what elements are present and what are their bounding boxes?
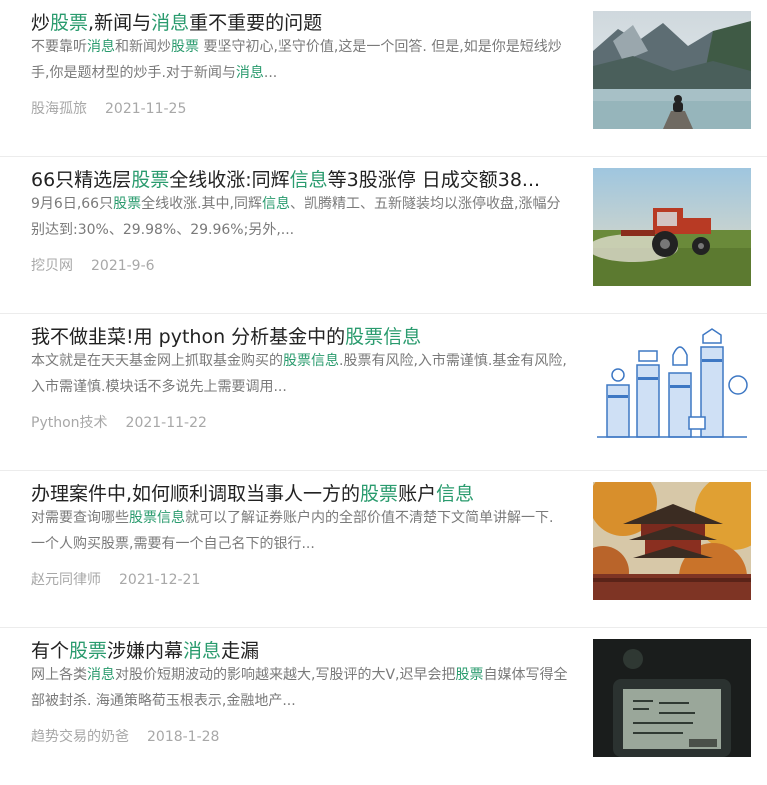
text-run: 重不重要的问题: [189, 12, 323, 34]
keyword-highlight: 消息: [87, 39, 115, 55]
tractor-field-photo[interactable]: [593, 168, 751, 286]
keyword-highlight: 信息: [436, 483, 475, 505]
text-run: 不要靠听: [31, 39, 87, 55]
list-item-2[interactable]: 66只精选层股票全线收涨:同辉信息等3股涨停 日成交额38... 9月6日,66…: [0, 157, 767, 314]
text-run: 全线收涨:同辉: [169, 169, 290, 191]
item-title[interactable]: 炒股票,新闻与消息重不重要的问题: [31, 9, 571, 37]
keyword-highlight: 股票: [283, 353, 311, 369]
item-source[interactable]: 趋势交易的奶爸: [31, 729, 129, 745]
text-run: ,新闻与: [88, 12, 152, 34]
text-run: 9月6日,66只: [31, 196, 114, 212]
item-meta: 趋势交易的奶爸 2018-1-28: [31, 726, 219, 748]
item-title[interactable]: 有个股票涉嫌内幕消息走漏: [31, 637, 571, 665]
keyword-highlight: 股票: [69, 640, 108, 662]
text-run: 有个: [31, 640, 70, 662]
item-meta: 挖贝网 2021-9-6: [31, 255, 155, 277]
text-run: 66只精选层: [31, 169, 132, 191]
keyword-highlight: 信息: [383, 326, 422, 348]
item-source[interactable]: Python技术: [31, 415, 108, 431]
text-run: 办理案件中,如何顺利调取当事人一方的: [31, 483, 361, 505]
list-item-3[interactable]: 我不做韭菜!用 python 分析基金中的股票信息 本文就是在天天基金网上抓取基…: [0, 314, 767, 471]
keyword-highlight: 消息: [235, 65, 264, 81]
text-run: 我不做韭菜!用 python 分析基金中的: [31, 326, 346, 348]
list-item-4[interactable]: 办理案件中,如何顺利调取当事人一方的股票账户信息 对需要查询哪些股票信息就可以了…: [0, 471, 767, 628]
mountain-lake-photo[interactable]: [593, 11, 751, 129]
text-run: 对需要查询哪些: [31, 510, 129, 526]
keyword-highlight: 股票: [113, 196, 142, 212]
text-run: 本文就是在天天基金网上抓取基金购买的: [31, 353, 283, 369]
item-date: 2021-12-21: [119, 572, 201, 588]
keyword-highlight: 股票: [50, 12, 89, 34]
item-source[interactable]: 挖贝网: [31, 258, 73, 274]
keyword-highlight: 消息: [183, 640, 222, 662]
text-run: 网上各类: [31, 667, 87, 683]
keyword-highlight: 股票: [360, 483, 399, 505]
text-run: 对股价短期波动的影响越来越大,写股评的大V,迟早会把: [115, 667, 456, 683]
keyword-highlight: 信息: [289, 169, 328, 191]
phone-screen-photo[interactable]: [593, 639, 751, 757]
item-date: 2021-11-25: [105, 101, 187, 117]
keyword-highlight: 信息: [311, 353, 339, 369]
item-description: 对需要查询哪些股票信息就可以了解证券账户内的全部价值不清楚下文简单讲解一下. 一…: [31, 505, 571, 557]
list-item-1[interactable]: 炒股票,新闻与消息重不重要的问题 不要靠听消息和新闻炒股票 要坚守初心,坚守价值…: [0, 0, 767, 157]
item-source[interactable]: 股海孤旅: [31, 101, 87, 117]
text-run: ...: [263, 65, 278, 81]
text-run: 等3股涨停 日成交额38...: [327, 169, 541, 191]
keyword-highlight: 信息: [157, 510, 185, 526]
item-title[interactable]: 我不做韭菜!用 python 分析基金中的股票信息: [31, 323, 571, 351]
list-item-5[interactable]: 有个股票涉嫌内幕消息走漏 网上各类消息对股价短期波动的影响越来越大,写股评的大V…: [0, 628, 767, 785]
keyword-highlight: 消息: [87, 667, 115, 683]
text-run: 全线收涨.其中,同辉: [141, 196, 262, 212]
text-run: 涉嫌内幕: [107, 640, 184, 662]
pagoda-autumn-photo[interactable]: [593, 482, 751, 600]
item-description: 本文就是在天天基金网上抓取基金购买的股票信息.股票有风险,入市需谨慎.基金有风险…: [31, 348, 571, 400]
keyword-highlight: 股票: [129, 510, 157, 526]
item-meta: 赵元同律师 2021-12-21: [31, 569, 200, 591]
item-description: 网上各类消息对股价短期波动的影响越来越大,写股评的大V,迟早会把股票自媒体写得全…: [31, 662, 571, 714]
finance-chart-illustration[interactable]: [593, 325, 751, 443]
item-title[interactable]: 66只精选层股票全线收涨:同辉信息等3股涨停 日成交额38...: [31, 166, 571, 194]
item-description: 9月6日,66只股票全线收涨.其中,同辉信息、凯腾精工、五新隧装均以涨停收盘,涨…: [31, 191, 571, 243]
item-title[interactable]: 办理案件中,如何顺利调取当事人一方的股票账户信息: [31, 480, 571, 508]
keyword-highlight: 股票: [345, 326, 384, 348]
news-list: 炒股票,新闻与消息重不重要的问题 不要靠听消息和新闻炒股票 要坚守初心,坚守价值…: [0, 0, 767, 776]
text-run: 炒: [31, 12, 51, 34]
item-date: 2021-11-22: [125, 415, 207, 431]
item-description: 不要靠听消息和新闻炒股票 要坚守初心,坚守价值,这是一个回答. 但是,如是你是短…: [31, 34, 571, 86]
item-meta: 股海孤旅 2021-11-25: [31, 98, 186, 120]
item-date: 2018-1-28: [147, 729, 220, 745]
keyword-highlight: 消息: [151, 12, 190, 34]
text-run: 和新闻炒: [115, 39, 171, 55]
keyword-highlight: 股票: [171, 39, 199, 55]
item-date: 2021-9-6: [91, 258, 155, 274]
item-source[interactable]: 赵元同律师: [31, 572, 101, 588]
keyword-highlight: 股票: [455, 667, 484, 683]
keyword-highlight: 信息: [262, 196, 290, 212]
keyword-highlight: 股票: [131, 169, 170, 191]
item-meta: Python技术 2021-11-22: [31, 412, 207, 434]
text-run: 走漏: [221, 640, 260, 662]
text-run: 账户: [398, 483, 437, 505]
